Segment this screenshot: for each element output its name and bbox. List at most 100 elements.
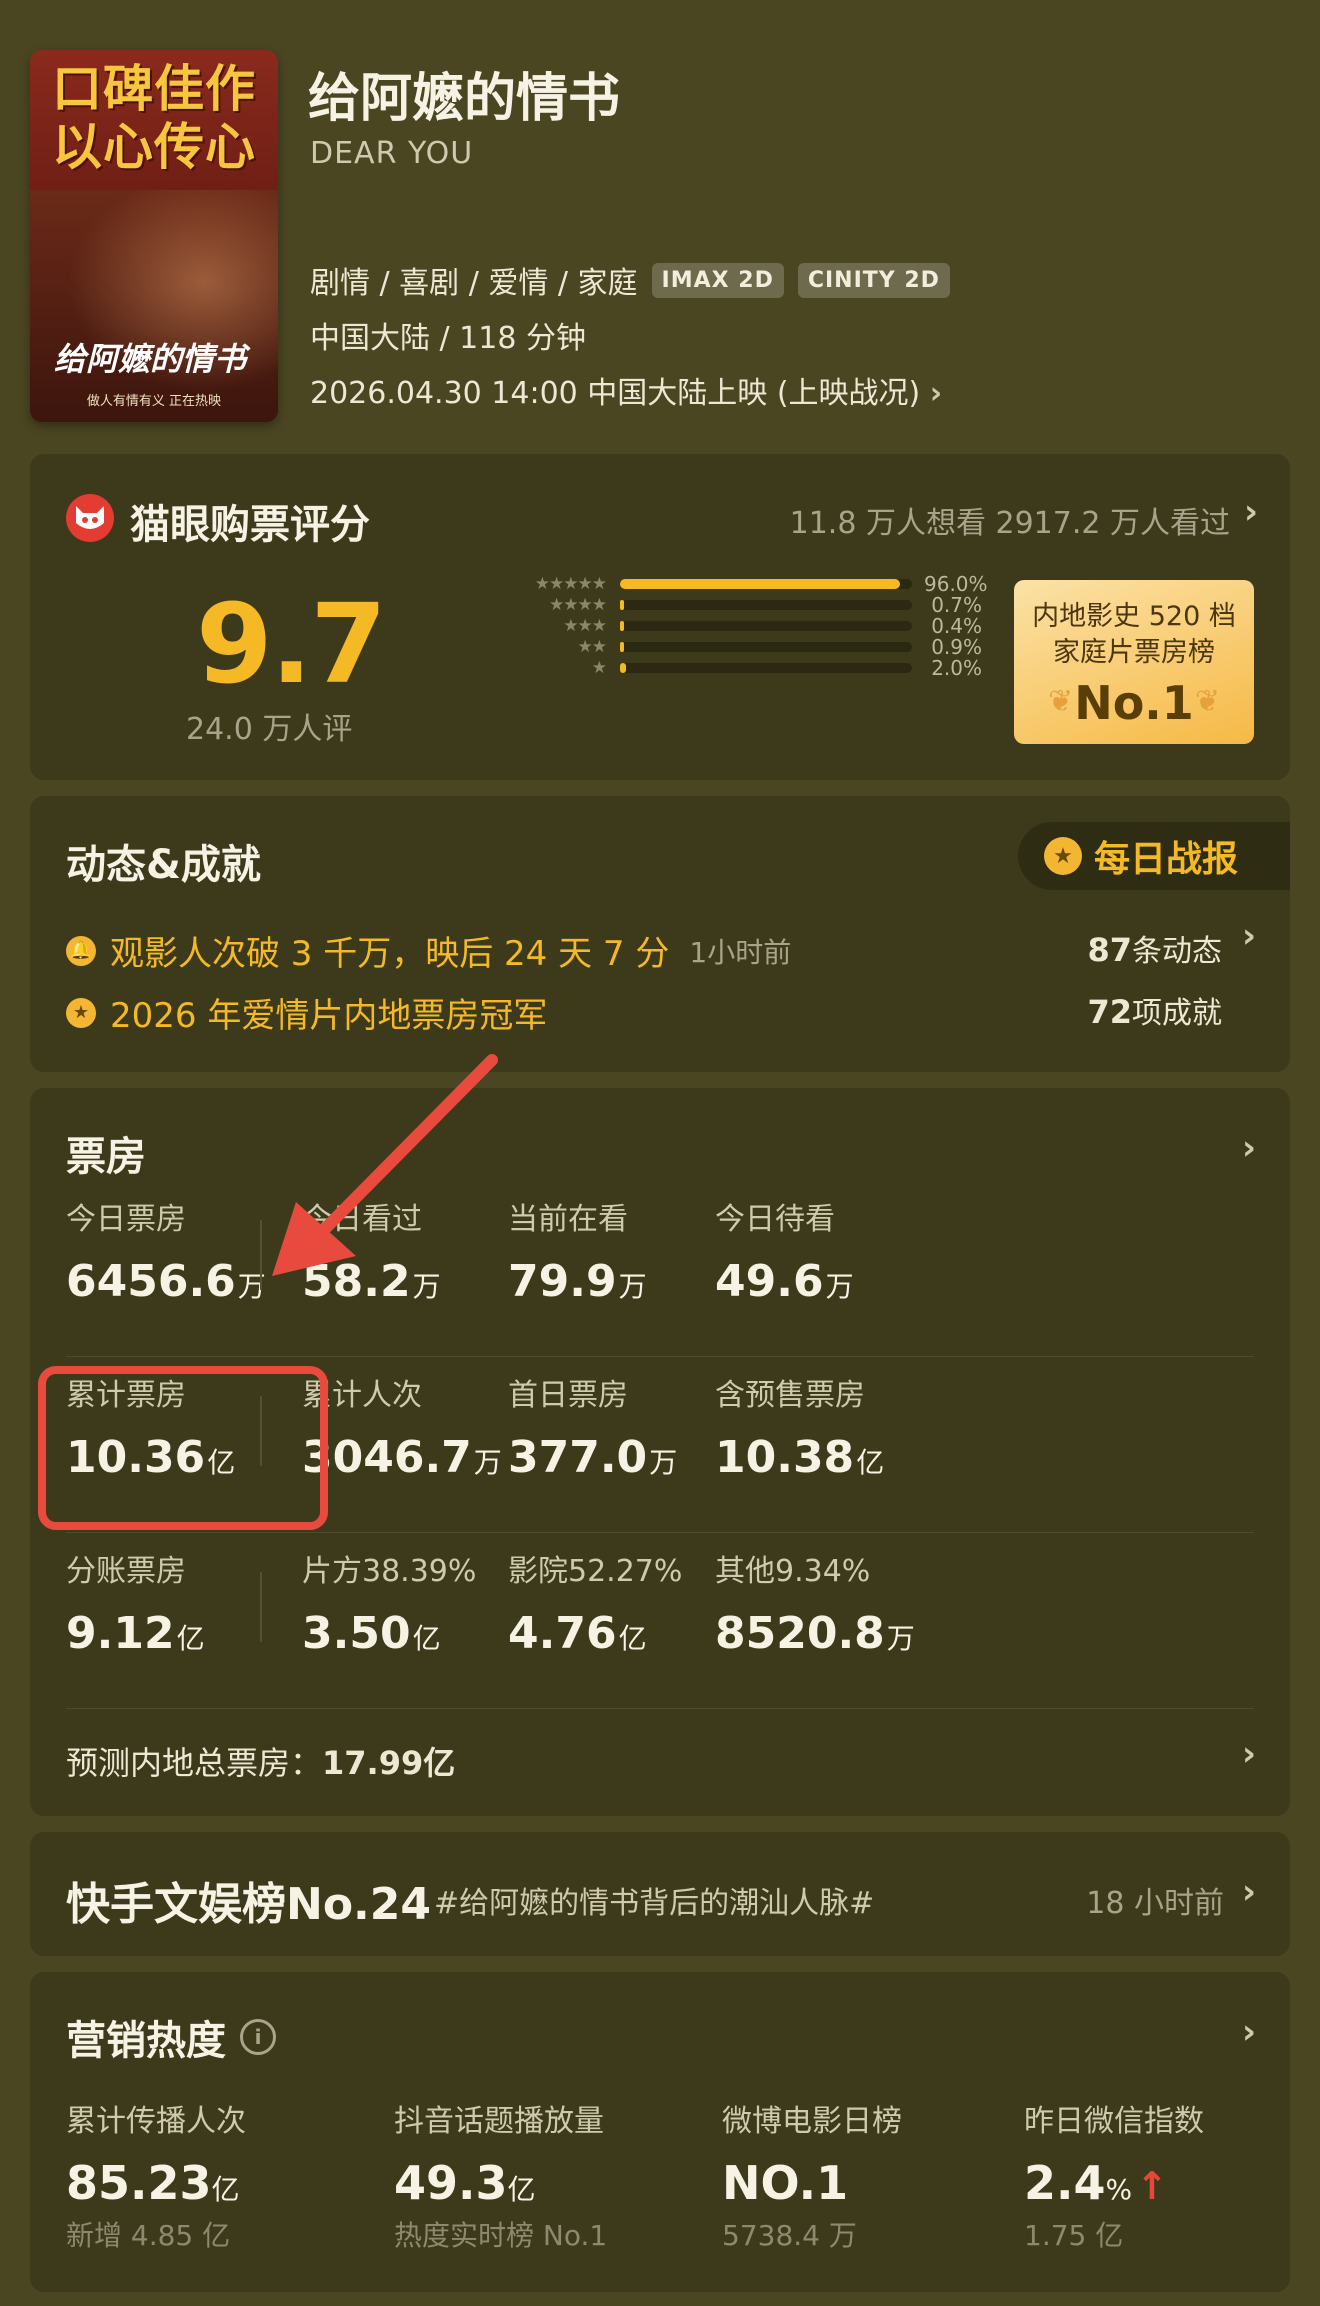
boxoffice-stat-label: 含预售票房 bbox=[715, 1378, 865, 1413]
dynamics-count-number: 87 bbox=[1087, 931, 1132, 969]
star-rating-icon: ★★★★★ bbox=[534, 574, 607, 594]
boxoffice-title: 票房 bbox=[66, 1134, 146, 1180]
boxoffice-stat-number: 49.6 bbox=[715, 1256, 824, 1307]
boxoffice-stat-value: 6456.6万 bbox=[66, 1256, 266, 1307]
daily-report-label: 每日战报 bbox=[1094, 839, 1239, 880]
boxoffice-stat-number: 3.50 bbox=[302, 1608, 411, 1659]
marketing-stat-unit: 亿 bbox=[507, 2173, 536, 2206]
marketing-stat-label: 累计传播人次 bbox=[66, 2104, 246, 2139]
movie-release-link[interactable]: 2026.04.30 14:00 中国大陆上映 (上映战况) › bbox=[310, 368, 942, 412]
info-icon[interactable]: i bbox=[240, 2019, 276, 2055]
marketing-stat-label: 抖音话题播放量 bbox=[394, 2104, 604, 2139]
rating-bar-track bbox=[620, 621, 912, 631]
boxoffice-stat-unit: 万 bbox=[825, 1270, 854, 1303]
boxoffice-stat[interactable]: 含预售票房 10.38亿 bbox=[715, 1370, 884, 1483]
medal-icon: ★ bbox=[66, 997, 96, 1028]
dynamics-item-2[interactable]: ★ 2026 年爱情片内地票房冠军 bbox=[66, 988, 547, 1037]
boxoffice-stat-number: 377.0 bbox=[508, 1432, 648, 1483]
boxoffice-stat-unit: 万 bbox=[618, 1270, 647, 1303]
boxoffice-stat[interactable]: 首日票房 377.0万 bbox=[508, 1370, 677, 1483]
marketing-stat[interactable]: 累计传播人次 85.23亿新增 4.85 亿 bbox=[66, 2096, 246, 2254]
forecast-row[interactable]: 预测内地总票房：17.99亿 bbox=[66, 1738, 455, 1784]
boxoffice-stat[interactable]: 分账票房 9.12亿 bbox=[66, 1546, 205, 1659]
boxoffice-stat-value: 8520.8万 bbox=[715, 1608, 915, 1659]
marketing-stat[interactable]: 抖音话题播放量 49.3亿 热度实时榜 No.1 bbox=[394, 2096, 607, 2254]
boxoffice-stat-value: 3046.7万 bbox=[302, 1432, 502, 1483]
boxoffice-stat-unit: 亿 bbox=[618, 1622, 647, 1655]
chevron-right-icon[interactable]: › bbox=[1242, 2012, 1256, 2052]
boxoffice-stat-value: 3.50亿 bbox=[302, 1608, 476, 1659]
dynamics-card[interactable]: 动态&成就 ★ 每日战报 🔔 观影人次破 3 千万，映后 24 天 7 分 1小… bbox=[30, 796, 1290, 1072]
movie-poster[interactable]: 口碑佳作 以心传心 给阿嬷的情书 做人有情有义 正在热映 bbox=[30, 50, 278, 422]
bell-icon: 🔔 bbox=[66, 935, 96, 966]
rating-card: 猫眼购票评分 11.8 万人想看 2917.2 万人看过 › 9.7 24.0 … bbox=[30, 454, 1290, 780]
dynamics-count[interactable]: 87条动态 bbox=[1087, 926, 1222, 970]
boxoffice-stat-number: 6456.6 bbox=[66, 1256, 236, 1307]
rank-line2: 家庭片票房榜 bbox=[1053, 637, 1215, 668]
dynamics-item-1[interactable]: 🔔 观影人次破 3 千万，映后 24 天 7 分 1小时前 bbox=[66, 926, 791, 975]
boxoffice-stat-unit: 万 bbox=[473, 1446, 502, 1479]
marketing-stat-value: 85.23亿 bbox=[66, 2156, 246, 2210]
marketing-stat-number: 85.23 bbox=[66, 2156, 212, 2210]
chevron-right-icon[interactable]: › bbox=[1242, 1734, 1256, 1774]
chevron-right-icon[interactable]: › bbox=[1242, 1872, 1256, 1912]
boxoffice-stat[interactable]: 今日票房 6456.6万 bbox=[66, 1194, 266, 1307]
boxoffice-stat-unit: 万 bbox=[649, 1446, 678, 1479]
achievement-count-unit: 项成就 bbox=[1132, 996, 1222, 1031]
marketing-card: 营销热度 i › 累计传播人次 85.23亿 新增 4.85 亿抖音话题播放量 49.… bbox=[30, 1972, 1290, 2292]
dynamics-item-1-time: 1小时前 bbox=[689, 935, 792, 969]
daily-report-button[interactable]: ★ 每日战报 bbox=[1018, 822, 1290, 890]
marketing-stat[interactable]: 微博电影日榜 NO.1 5738.4 万 bbox=[722, 2096, 902, 2254]
rating-bar-track bbox=[620, 642, 912, 652]
chevron-right-icon[interactable]: › bbox=[1242, 1128, 1256, 1168]
boxoffice-stat[interactable]: 当前在看 79.9万 bbox=[508, 1194, 647, 1307]
boxoffice-stat[interactable]: 其他9.34% 8520.8万 bbox=[715, 1546, 915, 1659]
boxoffice-stat[interactable]: 影院52.27% 4.76亿 bbox=[508, 1546, 682, 1659]
rating-bar-fill bbox=[620, 663, 626, 673]
boxoffice-stat-number: 4.76 bbox=[508, 1608, 617, 1659]
chevron-right-icon[interactable]: › bbox=[1244, 492, 1258, 532]
marketing-stat-value: NO.1 bbox=[722, 2156, 902, 2210]
boxoffice-stat-label: 累计人次 bbox=[302, 1378, 422, 1413]
kuaishou-card[interactable]: 快手文娱榜No.24 #给阿嬷的情书背后的潮汕人脉# 18 小时前 › bbox=[30, 1832, 1290, 1956]
boxoffice-stat[interactable]: 片方38.39% 3.50亿 bbox=[302, 1546, 476, 1659]
boxoffice-stat-value: 377.0万 bbox=[508, 1432, 677, 1483]
poster-slogan: 口碑佳作 以心传心 bbox=[38, 60, 270, 176]
marketing-stat-number: NO.1 bbox=[722, 2156, 849, 2210]
boxoffice-stat-label: 今日票房 bbox=[66, 1202, 186, 1237]
boxoffice-stat[interactable]: 今日待看 49.6万 bbox=[715, 1194, 854, 1307]
boxoffice-stat[interactable]: 累计人次 3046.7万 bbox=[302, 1370, 502, 1483]
rating-score: 9.7 bbox=[196, 580, 387, 708]
achievement-count[interactable]: 72项成就 bbox=[1087, 988, 1222, 1032]
boxoffice-stat-unit: 亿 bbox=[856, 1446, 885, 1479]
rating-stats[interactable]: 11.8 万人想看 2917.2 万人看过 bbox=[790, 498, 1230, 542]
maoyan-cat-icon bbox=[66, 494, 114, 542]
kuaishou-rank-title: 快手文娱榜No.24 bbox=[66, 1879, 431, 1930]
marketing-title-row: 营销热度 i bbox=[66, 2008, 276, 2066]
achievement-count-number: 72 bbox=[1087, 993, 1132, 1031]
dynamics-title: 动态&成就 bbox=[66, 842, 261, 888]
highlight-box-annotation bbox=[38, 1366, 328, 1530]
rating-bar-track bbox=[620, 663, 912, 673]
marketing-stat-label: 昨日微信指数 bbox=[1024, 2104, 1204, 2139]
rank-badge[interactable]: 内地影史 520 档 家庭片票房榜 ❦ No.1 ❦ bbox=[1014, 580, 1254, 744]
chevron-right-icon[interactable]: › bbox=[1242, 916, 1256, 956]
boxoffice-stat-label: 当前在看 bbox=[508, 1202, 628, 1237]
marketing-stat-sub: 5738.4 万 bbox=[722, 2219, 857, 2252]
marketing-stat-sub: 新增 4.85 亿 bbox=[66, 2219, 231, 2252]
rating-percent: 2.0% bbox=[931, 656, 982, 680]
arrow-up-icon: ↑ bbox=[1136, 2164, 1168, 2208]
rating-bar-fill bbox=[620, 621, 624, 631]
star-rating-icon: ★★ bbox=[577, 637, 607, 657]
format-badge-cinity: CINITY 2D bbox=[797, 262, 950, 298]
boxoffice-stat-label: 首日票房 bbox=[508, 1378, 628, 1413]
marketing-stat-sub: 1.75 亿 bbox=[1024, 2219, 1124, 2252]
boxoffice-stat-number: 79.9 bbox=[508, 1256, 617, 1307]
movie-english-title: DEAR YOU bbox=[310, 136, 474, 171]
marketing-title: 营销热度 bbox=[66, 2018, 226, 2064]
poster-slogan-line2: 以心传心 bbox=[52, 117, 256, 176]
poster-slogan-line1: 口碑佳作 bbox=[52, 59, 256, 118]
divider bbox=[66, 1356, 1254, 1357]
marketing-stat[interactable]: 昨日微信指数 2.4% ↑ 1.75 亿 bbox=[1024, 2096, 1204, 2254]
star-rating-icon: ★★★ bbox=[563, 616, 607, 636]
